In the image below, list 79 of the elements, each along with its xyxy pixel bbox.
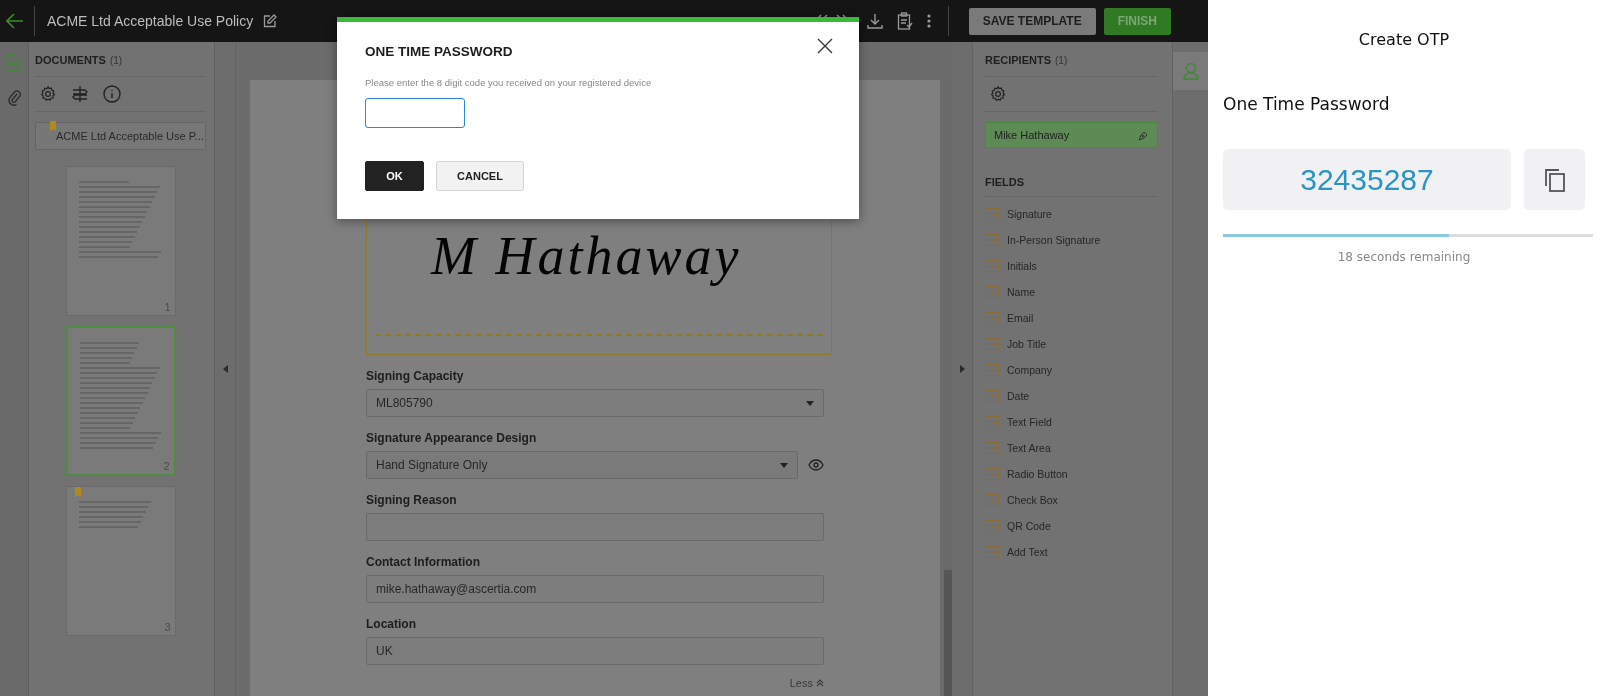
- field-label: Location: [366, 617, 417, 631]
- select-field[interactable]: ML805790: [366, 389, 824, 417]
- less-link[interactable]: Less: [789, 677, 824, 689]
- panel-title: RECIPIENTS: [985, 54, 1051, 66]
- field-label: Signing Reason: [366, 493, 458, 507]
- field-type-item[interactable]: Date: [985, 387, 1158, 405]
- bookmark-icon: [50, 121, 56, 131]
- field-type-item[interactable]: Email: [985, 309, 1158, 327]
- dialog-title: ONE TIME PASSWORD: [365, 44, 513, 59]
- clipboard-icon[interactable]: [896, 12, 913, 30]
- field-type-icon: [985, 416, 999, 428]
- field-type-item[interactable]: Radio Button: [985, 465, 1158, 483]
- recipient-item[interactable]: Mike Hathaway: [985, 122, 1158, 148]
- field-type-item[interactable]: Text Field: [985, 413, 1158, 431]
- document-title: ACME Ltd Acceptable Use Policy: [47, 13, 254, 29]
- otp-input-field[interactable]: [365, 98, 465, 128]
- download-icon[interactable]: [866, 13, 883, 29]
- select-field[interactable]: Hand Signature Only: [366, 451, 798, 479]
- field-type-icon: [985, 260, 999, 272]
- finish-button[interactable]: FINISH: [1103, 7, 1171, 35]
- field-type-icon: [985, 520, 999, 532]
- field-type-item[interactable]: Initials: [985, 257, 1158, 275]
- text-field[interactable]: UK: [366, 637, 824, 665]
- pen-icon: [1138, 129, 1149, 141]
- copy-icon: [1543, 167, 1566, 192]
- section-title: FIELDS: [985, 176, 1158, 197]
- edit-icon[interactable]: [263, 14, 278, 28]
- field-type-icon: [985, 286, 999, 298]
- info-icon[interactable]: [103, 85, 121, 103]
- field-type-icon: [985, 468, 999, 480]
- field-type-icon: [985, 494, 999, 506]
- eye-icon[interactable]: [808, 459, 824, 471]
- document-count: (1): [109, 55, 123, 66]
- field-type-icon: [985, 312, 999, 324]
- collapse-arrow-icon[interactable]: [222, 365, 228, 373]
- signpost-icon[interactable]: [71, 85, 89, 103]
- field-type-item[interactable]: In-Person Signature: [985, 231, 1158, 249]
- field-type-icon: [985, 546, 999, 558]
- cancel-button[interactable]: CANCEL: [436, 161, 524, 191]
- field-label: Signing Capacity: [366, 369, 465, 383]
- settings-icon[interactable]: [989, 85, 1007, 103]
- expand-arrow-icon[interactable]: [959, 365, 965, 373]
- field-type-item[interactable]: Signature: [985, 205, 1158, 223]
- field-type-icon: [985, 442, 999, 454]
- dialog-message: Please enter the 8 digit code you received on your registered device: [365, 77, 653, 88]
- settings-icon[interactable]: [39, 85, 57, 103]
- panel-title: DOCUMENTS: [35, 54, 106, 66]
- field-type-item[interactable]: Job Title: [985, 335, 1158, 353]
- field-type-icon: [985, 234, 999, 246]
- field-type-icon: [985, 390, 999, 402]
- bookmark-icon: [74, 487, 81, 497]
- time-remaining: 18 seconds remaining: [1337, 250, 1471, 264]
- copy-button[interactable]: [1524, 149, 1585, 210]
- field-type-icon: [985, 364, 999, 376]
- field-type-icon: [985, 338, 999, 350]
- text-field[interactable]: mike.hathaway@ascertia.com: [366, 575, 824, 603]
- field-label: Signature Appearance Design: [366, 431, 538, 445]
- attachment-icon[interactable]: [7, 89, 21, 106]
- screen-title: Create OTP: [1358, 30, 1450, 49]
- more-icon[interactable]: [926, 14, 931, 28]
- field-label: Contact Information: [366, 555, 481, 569]
- field-type-item[interactable]: Company: [985, 361, 1158, 379]
- dropdown-caret-icon: [780, 462, 788, 468]
- document-dropdown[interactable]: ACME Ltd Acceptable Use P...: [35, 122, 206, 150]
- field-type-item[interactable]: Check Box: [985, 491, 1158, 509]
- dropdown-caret-icon: [806, 400, 814, 406]
- handwritten-signature: M Hathaway: [431, 227, 742, 287]
- field-type-item[interactable]: Name: [985, 283, 1158, 301]
- field-type-item[interactable]: Add Text: [985, 543, 1158, 561]
- ok-button[interactable]: OK: [365, 161, 424, 191]
- otp-label: One Time Password: [1223, 94, 1391, 114]
- field-type-item[interactable]: Text Area: [985, 439, 1158, 457]
- save-template-button[interactable]: SAVE TEMPLATE: [968, 7, 1096, 35]
- chevron-up-icon: [816, 679, 824, 687]
- field-type-item[interactable]: QR Code: [985, 517, 1158, 535]
- back-arrow-icon[interactable]: [6, 13, 24, 29]
- field-type-icon: [985, 208, 999, 220]
- otp-code: 32435287: [1223, 149, 1511, 210]
- recipient-count: (1): [1055, 55, 1068, 66]
